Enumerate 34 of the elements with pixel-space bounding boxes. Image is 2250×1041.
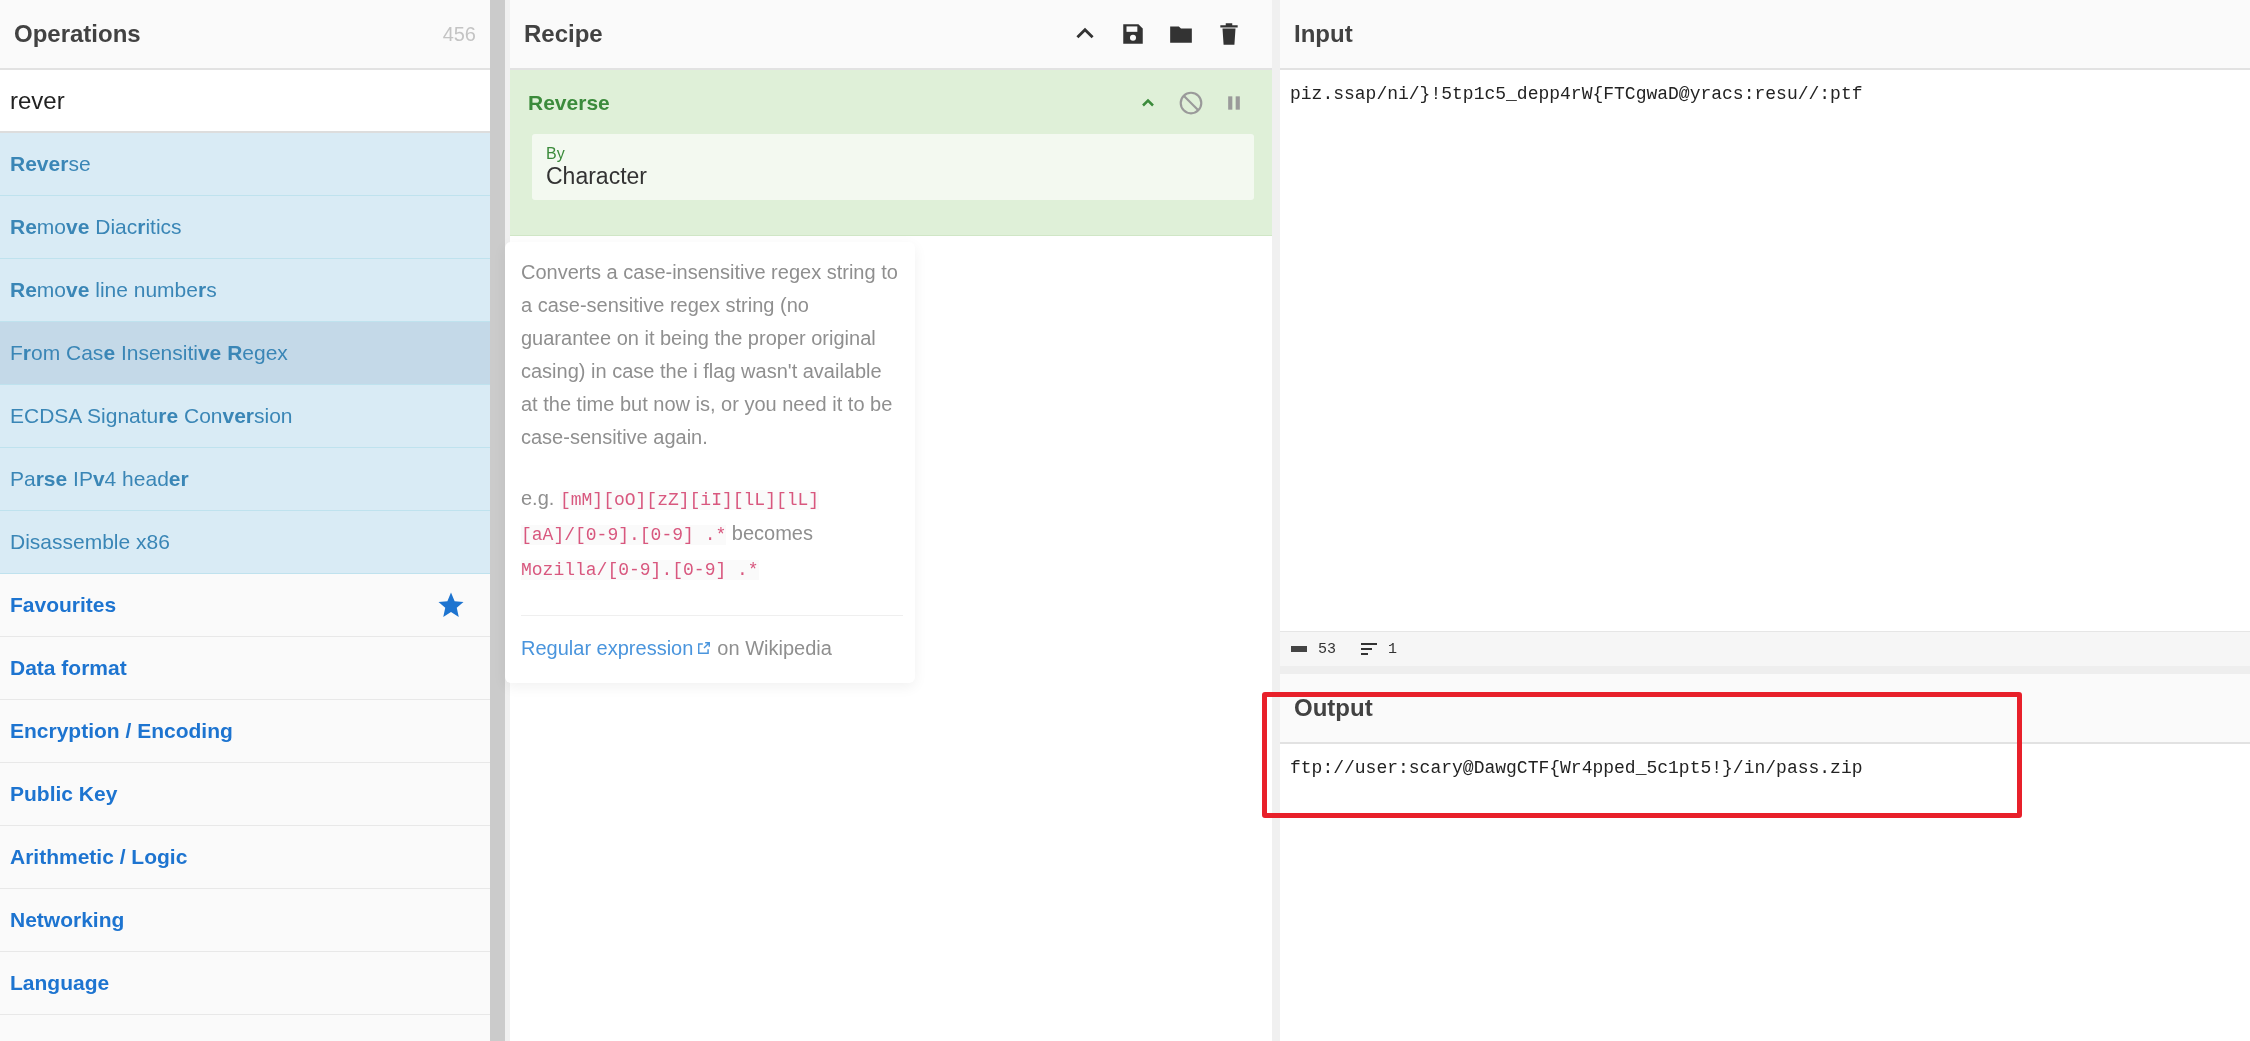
operation-name: Reverse [528, 91, 611, 115]
field-label: By [546, 144, 566, 163]
category-label: Arithmetic / Logic [10, 845, 189, 869]
panel-title: Recipe [524, 20, 604, 48]
abc-icon [1290, 644, 1308, 654]
save-icon[interactable] [1120, 21, 1146, 47]
link-suffix: on Wikipedia [717, 637, 832, 659]
category-label: Public Key [10, 782, 119, 806]
search-result[interactable]: ECDSA Signature Conversion [0, 385, 490, 448]
search-field[interactable]: rever [0, 70, 490, 133]
tooltip-description: Converts a case-insensitive regex string to a case-sensitive regex string (no guarantee on it being the proper original casing) in case the i flag wasn't available at the time but now is, or you need it to be case-sensitive again. [521, 260, 899, 450]
search-result[interactable]: Remove line numbers [0, 259, 490, 322]
category-label: Networking [10, 908, 126, 932]
line-count: 1 [1388, 640, 1398, 658]
category-label: Encryption / Encoding [10, 719, 234, 743]
external-link-icon [697, 641, 712, 655]
category-label: Language [10, 971, 111, 995]
search-result[interactable]: Remove Diacritics [0, 196, 490, 259]
search-result[interactable]: From Case Insensitive Regex [0, 322, 490, 385]
ingredient-field[interactable]: By Character [532, 134, 1254, 200]
panel-title: Output [1294, 694, 1374, 722]
wikipedia-link[interactable]: Regular expression [521, 637, 694, 659]
category-item[interactable]: Favourites [0, 574, 490, 637]
lines-icon [1360, 642, 1378, 656]
field-value: Character [546, 162, 648, 190]
character-count: 53 [1318, 640, 1336, 658]
search-result[interactable]: Parse IPv4 header [0, 448, 490, 511]
category-label: Data format [10, 656, 128, 680]
search-result[interactable]: Reverse [0, 133, 490, 196]
search-result[interactable]: Disassemble x86 [0, 511, 490, 574]
category-label: Favourites [10, 593, 118, 617]
panel-title: Operations [14, 20, 142, 48]
panel-title: Input [1294, 20, 1354, 48]
disable-icon[interactable] [1178, 90, 1204, 116]
